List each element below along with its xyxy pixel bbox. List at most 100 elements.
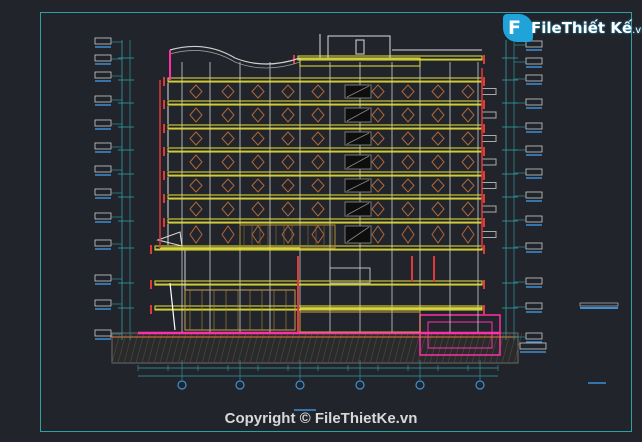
facade-ornament	[189, 225, 203, 244]
grid-axis-bubble	[475, 380, 485, 390]
level-tag-left	[94, 142, 112, 150]
facade-ornament	[189, 201, 203, 217]
facade-ornament	[281, 154, 295, 170]
grid-axis-bubble	[415, 380, 425, 390]
facade-ornament	[221, 225, 235, 244]
facade-ornament	[401, 84, 415, 99]
roof-tower-window	[355, 39, 365, 55]
facade-ornament	[189, 84, 203, 99]
facade-ornament	[251, 178, 265, 193]
facade-ornament	[221, 84, 235, 99]
facade-ornament	[311, 154, 325, 170]
level-tag-left	[94, 95, 112, 103]
facade-ornament	[251, 107, 265, 123]
roof-tower	[327, 35, 391, 59]
roof-canopy-curve-2	[169, 50, 301, 69]
balcony-rail	[481, 205, 497, 213]
level-tag-bottom	[519, 342, 547, 350]
level-tag-right	[525, 302, 543, 310]
balcony-rail	[481, 135, 497, 142]
grid-axis-bubble	[177, 380, 187, 390]
entrance-canopy-shape	[156, 231, 183, 247]
facade-ornament	[189, 107, 203, 123]
facade-ornament	[431, 154, 445, 170]
facade-ornament	[281, 107, 295, 123]
level-tag-left	[94, 188, 112, 196]
level-tag-right	[525, 168, 543, 176]
level-tag-right	[525, 98, 543, 106]
facade-ornament	[281, 178, 295, 193]
copyright-watermark: Copyright © FileThietKe.vn	[224, 410, 418, 427]
facade-ornament	[431, 225, 445, 244]
level-tag-right	[525, 145, 543, 153]
grid-axis-bubble	[235, 380, 245, 390]
facade-ornament	[431, 131, 445, 146]
facade-ornament	[401, 107, 415, 123]
facade-ornament	[189, 154, 203, 170]
facade-ornament	[461, 131, 475, 146]
facade-ornament	[251, 84, 265, 99]
facade-ornament	[461, 154, 475, 170]
roof-canopy-curve	[169, 45, 301, 65]
facade-ornament	[311, 84, 325, 99]
level-tag-right	[525, 332, 543, 340]
grid-axis-bubble	[355, 380, 365, 390]
balcony-rail	[481, 231, 497, 238]
facade-ornament	[401, 201, 415, 217]
facade-ornament	[461, 178, 475, 193]
facade-ornament	[221, 178, 235, 193]
facade-ornament	[311, 201, 325, 217]
level-tag-right	[525, 191, 543, 199]
facade-ornament	[221, 201, 235, 217]
level-tag-right	[525, 277, 543, 285]
facade-ornament	[371, 178, 385, 193]
facade-ornament	[461, 107, 475, 123]
facade-ornament	[311, 225, 325, 244]
facade-ornament	[251, 154, 265, 170]
section-title-text	[579, 302, 619, 307]
facade-ornament	[311, 131, 325, 146]
facade-ornament	[431, 107, 445, 123]
facade-ornament	[281, 84, 295, 99]
level-tag-left	[94, 329, 112, 337]
filethietke-logo: F FileThiết Kế.vn	[503, 14, 642, 42]
facade-ornament	[461, 84, 475, 99]
level-tag-left	[94, 37, 112, 45]
facade-ornament	[281, 131, 295, 146]
grid-axis-bubble	[295, 380, 305, 390]
logo-mark-icon: F	[503, 14, 533, 42]
level-tag-left	[94, 54, 112, 62]
facade-ornament	[461, 225, 475, 244]
facade-ornament	[371, 107, 385, 123]
level-tag-right	[525, 74, 543, 82]
facade-ornament	[371, 131, 385, 146]
level-tag-right	[525, 122, 543, 130]
level-tag-left	[94, 119, 112, 127]
facade-ornament	[371, 154, 385, 170]
facade-ornament	[401, 154, 415, 170]
facade-ornament	[401, 178, 415, 193]
facade-ornament	[189, 178, 203, 193]
facade-ornament	[189, 131, 203, 146]
facade-ornament	[401, 225, 415, 244]
balcony-rail	[481, 182, 497, 189]
facade-ornament	[311, 107, 325, 123]
logo-text: FileThiết Kế.vn	[531, 19, 642, 37]
podium-glass-upper	[239, 224, 336, 249]
building-section-drawing	[94, 34, 619, 411]
facade-ornament	[371, 84, 385, 99]
facade-ornament	[431, 178, 445, 193]
facade-ornament	[431, 84, 445, 99]
facade-ornament	[221, 131, 235, 146]
facade-ornament	[401, 131, 415, 146]
level-tag-right	[525, 215, 543, 223]
facade-ornament	[251, 201, 265, 217]
balcony-rail	[481, 111, 497, 119]
cad-viewport[interactable]: F FileThiết Kế.vn Copyright © FileThietK…	[0, 0, 642, 442]
level-tag-left	[94, 165, 112, 173]
balcony-rail	[481, 158, 497, 166]
level-tag-right	[525, 242, 543, 250]
level-tag-left	[94, 274, 112, 282]
facade-ornament	[251, 131, 265, 146]
facade-ornament	[281, 201, 295, 217]
